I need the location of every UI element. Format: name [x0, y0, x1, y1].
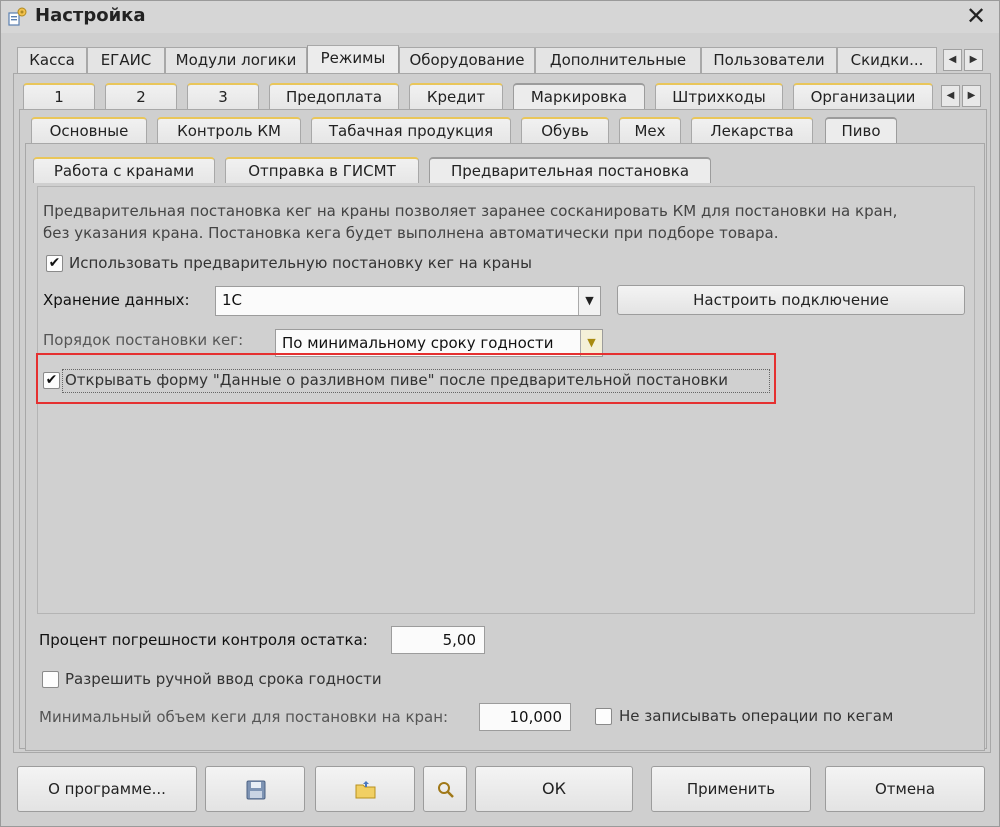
settings-window: Настройка ✕ Касса ЕГАИС Модули логики Ре… — [0, 0, 1000, 827]
tab-1[interactable]: 1 — [23, 83, 95, 109]
tabs-level2-scroll: ◀ ▶ — [941, 85, 981, 107]
settings-app-icon — [8, 7, 27, 26]
tab-equipment[interactable]: Оборудование — [399, 47, 535, 73]
tab-prepayment[interactable]: Предоплата — [269, 83, 399, 109]
magnifier-icon — [438, 782, 454, 798]
scroll-right-icon[interactable]: ▶ — [962, 85, 981, 107]
tab-kassa[interactable]: Касса — [17, 47, 87, 73]
tab-additional[interactable]: Дополнительные — [535, 47, 701, 73]
use-pre-setup-checkbox[interactable]: ✔ — [46, 255, 63, 272]
about-button[interactable]: О программе... — [17, 766, 197, 812]
close-button[interactable]: ✕ — [963, 3, 989, 29]
open-button[interactable] — [315, 766, 415, 812]
tab-pre-setup[interactable]: Предварительная постановка — [429, 157, 711, 183]
tab-egais[interactable]: ЕГАИС — [87, 47, 165, 73]
floppy-disk-icon — [246, 780, 266, 800]
tab-main[interactable]: Основные — [31, 117, 147, 143]
tab-fur[interactable]: Мех — [619, 117, 681, 143]
tab-gismt-send[interactable]: Отправка в ГИСМТ — [225, 157, 419, 183]
cancel-button[interactable]: Отмена — [825, 766, 985, 812]
tab-shoes[interactable]: Обувь — [521, 117, 609, 143]
search-button[interactable] — [423, 766, 467, 812]
scroll-left-icon[interactable]: ◀ — [943, 49, 962, 71]
tab-km-control[interactable]: Контроль КМ — [157, 117, 301, 143]
tab-marking[interactable]: Маркировка — [513, 83, 645, 109]
order-value: По минимальному сроку годности — [282, 334, 554, 352]
tab-credit[interactable]: Кредит — [409, 83, 503, 109]
tab-logic-modules[interactable]: Модули логики — [165, 47, 307, 73]
tabs-level1: Касса ЕГАИС Модули логики Режимы Оборудо… — [1, 45, 1000, 73]
tab-beer[interactable]: Пиво — [825, 117, 897, 143]
tolerance-input[interactable]: 5,00 — [391, 626, 485, 654]
pre-setup-description: Предварительная постановка кег на краны … — [43, 200, 963, 244]
open-form-checkbox[interactable]: ✔ — [43, 372, 60, 389]
tab-organizations[interactable]: Организации — [793, 83, 933, 109]
tab-medicines[interactable]: Лекарства — [691, 117, 813, 143]
tab-3[interactable]: 3 — [187, 83, 259, 109]
checkmark-icon: ✔ — [48, 255, 61, 271]
scroll-right-icon[interactable]: ▶ — [964, 49, 983, 71]
window-title: Настройка — [35, 5, 146, 26]
description-line-1: Предварительная постановка кег на краны … — [43, 202, 898, 220]
tab-discounts[interactable]: Скидки... — [837, 47, 937, 73]
no-log-ops-label: Не записывать операции по кегам — [619, 707, 894, 725]
title-bar: Настройка ✕ — [1, 1, 999, 33]
tab-tobacco[interactable]: Табачная продукция — [311, 117, 511, 143]
tab-users[interactable]: Пользователи — [701, 47, 837, 73]
checkmark-icon: ✔ — [45, 372, 58, 388]
tab-barcodes[interactable]: Штрихкоды — [655, 83, 783, 109]
ok-button[interactable]: ОК — [475, 766, 633, 812]
min-volume-label: Минимальный объем кеги для постановки на… — [39, 708, 449, 726]
tolerance-label: Процент погрешности контроля остатка: — [39, 631, 368, 649]
folder-open-icon — [355, 781, 376, 799]
storage-select[interactable]: 1С ▼ — [215, 286, 601, 316]
apply-button[interactable]: Применить — [651, 766, 811, 812]
manual-expiry-checkbox[interactable] — [42, 671, 59, 688]
description-line-2: без указания крана. Постановка кега буде… — [43, 224, 779, 242]
tab-2[interactable]: 2 — [105, 83, 177, 109]
storage-label: Хранение данных: — [43, 291, 190, 309]
scroll-left-icon[interactable]: ◀ — [941, 85, 960, 107]
tab-tap-work[interactable]: Работа с кранами — [33, 157, 215, 183]
use-pre-setup-label: Использовать предварительную постановку … — [69, 254, 532, 272]
tabs-level1-scroll: ◀ ▶ — [943, 49, 983, 71]
open-form-label: Открывать форму "Данные о разливном пиве… — [65, 371, 729, 389]
order-label: Порядок постановки кег: — [43, 331, 244, 349]
tabs-level2: 1 2 3 Предоплата Кредит Маркировка Штрих… — [1, 83, 1000, 109]
tabs-level4: Работа с кранами Отправка в ГИСМТ Предва… — [1, 157, 1000, 183]
tabs-level3: Основные Контроль КМ Табачная продукция … — [1, 117, 1000, 143]
configure-connection-button[interactable]: Настроить подключение — [617, 285, 965, 315]
manual-expiry-label: Разрешить ручной ввод срока годности — [65, 670, 382, 688]
no-log-ops-checkbox[interactable] — [595, 708, 612, 725]
storage-value: 1С — [222, 291, 243, 309]
triangle-down-icon[interactable]: ▼ — [578, 287, 600, 315]
tab-modes[interactable]: Режимы — [307, 45, 399, 73]
save-button[interactable] — [205, 766, 305, 812]
min-volume-input[interactable]: 10,000 — [479, 703, 571, 731]
